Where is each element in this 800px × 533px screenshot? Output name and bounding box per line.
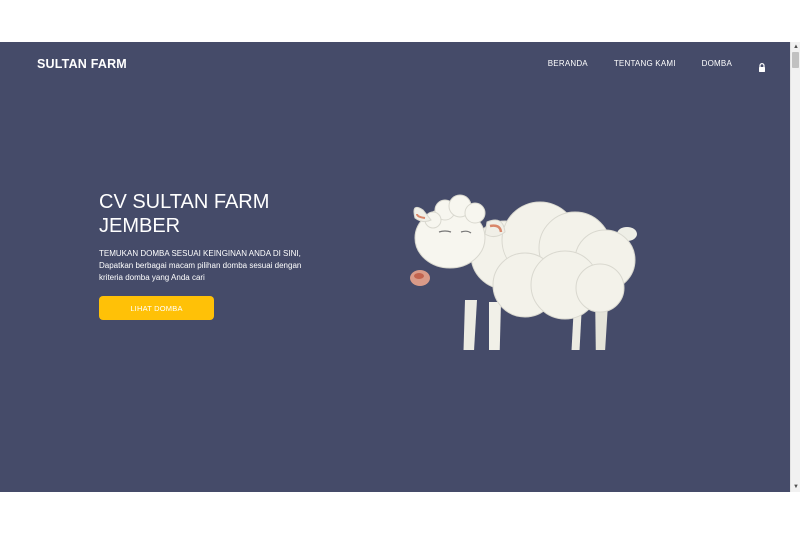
hero-subtitle-line1: TEMUKAN DOMBA SESUAI KEINGINAN ANDA DI S… xyxy=(99,249,301,258)
navbar: SULTAN FARM BERANDA TENTANG KAMI DOMBA xyxy=(0,42,790,86)
scroll-down-icon[interactable]: ▼ xyxy=(791,482,800,492)
nav-links: BERANDA TENTANG KAMI DOMBA xyxy=(548,59,766,72)
brand-logo[interactable]: SULTAN FARM xyxy=(37,57,127,71)
lihat-domba-button[interactable]: LIHAT DOMBA xyxy=(99,296,214,320)
lock-icon[interactable] xyxy=(758,59,766,72)
hero-subtitle: TEMUKAN DOMBA SESUAI KEINGINAN ANDA DI S… xyxy=(99,248,324,284)
nav-link-tentang-kami[interactable]: TENTANG KAMI xyxy=(614,59,676,68)
page-viewport: SULTAN FARM BERANDA TENTANG KAMI DOMBA C… xyxy=(0,42,790,492)
hero-title: CV SULTAN FARM JEMBER xyxy=(99,191,270,237)
scroll-thumb[interactable] xyxy=(792,52,799,68)
scrollbar[interactable]: ▲ ▼ xyxy=(790,42,800,492)
sheep-illustration xyxy=(410,194,637,350)
nav-link-domba[interactable]: DOMBA xyxy=(702,59,732,68)
scroll-up-icon[interactable]: ▲ xyxy=(791,42,800,52)
hero-subtitle-line2: Dapatkan berbagai macam pilihan domba se… xyxy=(99,261,302,282)
nav-link-beranda[interactable]: BERANDA xyxy=(548,59,588,68)
